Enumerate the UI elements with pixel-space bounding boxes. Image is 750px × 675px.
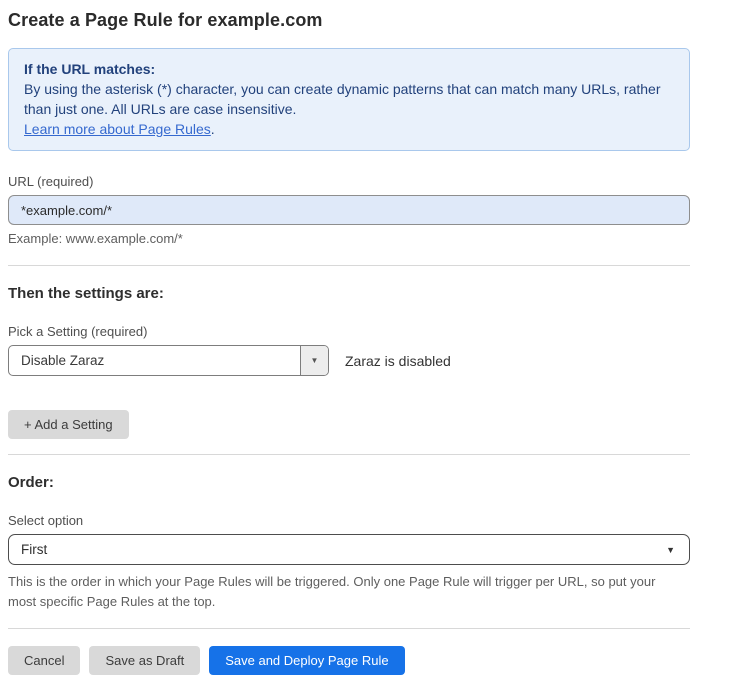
order-select-value: First <box>21 542 47 557</box>
divider <box>8 265 690 266</box>
footer-actions: Cancel Save as Draft Save and Deploy Pag… <box>8 646 690 675</box>
link-period: . <box>211 121 215 137</box>
url-example-hint: Example: www.example.com/* <box>8 231 690 246</box>
page-title: Create a Page Rule for example.com <box>8 10 690 31</box>
pick-setting-label: Pick a Setting (required) <box>8 324 690 339</box>
setting-picker-block: Pick a Setting (required) Disable Zaraz … <box>8 324 690 376</box>
save-deploy-button[interactable]: Save and Deploy Page Rule <box>209 646 404 675</box>
learn-more-link[interactable]: Learn more about Page Rules <box>24 121 211 137</box>
setting-select[interactable]: Disable Zaraz ▼ <box>8 345 329 376</box>
cancel-button[interactable]: Cancel <box>8 646 80 675</box>
info-box-link-line: Learn more about Page Rules. <box>24 119 674 139</box>
caret-down-icon[interactable]: ▼ <box>300 346 328 375</box>
caret-down-icon: ▼ <box>666 545 675 555</box>
url-label: URL (required) <box>8 174 690 189</box>
select-option-label: Select option <box>8 513 690 528</box>
setting-select-value: Disable Zaraz <box>9 346 300 375</box>
settings-section-heading: Then the settings are: <box>8 285 690 302</box>
divider <box>8 628 690 629</box>
order-helper-text: This is the order in which your Page Rul… <box>8 572 678 612</box>
info-box-heading: If the URL matches: <box>24 59 674 79</box>
setting-row: Disable Zaraz ▼ Zaraz is disabled <box>8 345 690 376</box>
divider <box>8 454 690 455</box>
url-input[interactable] <box>8 195 690 225</box>
setting-status-text: Zaraz is disabled <box>345 353 451 369</box>
url-match-info-box: If the URL matches: By using the asteris… <box>8 48 690 151</box>
page-rule-form: Create a Page Rule for example.com If th… <box>8 0 690 675</box>
add-setting-button[interactable]: + Add a Setting <box>8 410 129 439</box>
info-box-body: By using the asterisk (*) character, you… <box>24 79 672 119</box>
save-draft-button[interactable]: Save as Draft <box>89 646 200 675</box>
order-section-heading: Order: <box>8 474 690 491</box>
order-select[interactable]: First ▼ <box>8 534 690 565</box>
